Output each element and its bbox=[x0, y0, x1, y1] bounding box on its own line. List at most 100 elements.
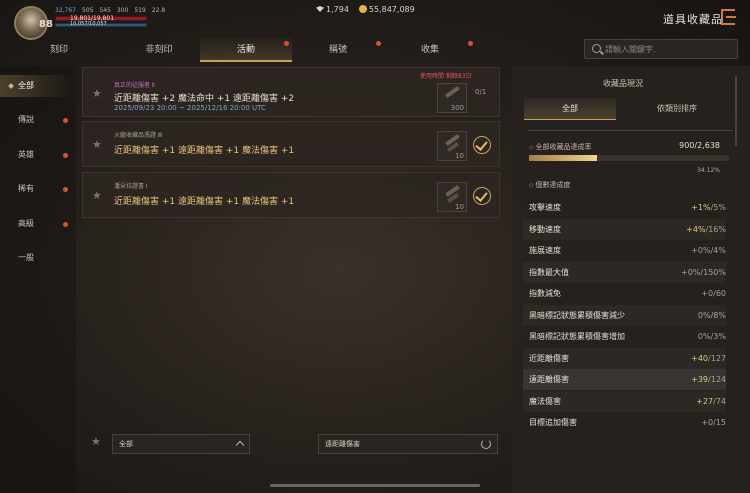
stat-row: 移動速度 +4%/16% bbox=[523, 219, 726, 240]
tab-event[interactable]: 活動 bbox=[200, 38, 292, 62]
tab-label: 依類別排序 bbox=[657, 104, 697, 113]
category-sidebar: 全部 傳說 英雄 稀有 高級 一般 bbox=[0, 66, 76, 493]
stat-row: 目標追加傷害 +0/15 bbox=[523, 412, 726, 433]
card-subtitle: 火龍收藏品憑證 Ⅲ bbox=[114, 132, 163, 139]
stat-6: 22.8 bbox=[151, 7, 166, 14]
stat-current: +39 bbox=[691, 375, 709, 384]
stat-max: /60 bbox=[713, 289, 726, 298]
stat-max: /5% bbox=[710, 203, 726, 212]
check-icon bbox=[473, 187, 491, 205]
stat-name: 目標追加傷害 bbox=[529, 418, 577, 427]
top-header: 88 32,767 505 545 300 519 22.8 19,801/19… bbox=[0, 0, 750, 62]
page-title: 道具收藏品 bbox=[663, 13, 723, 26]
category-filter-select[interactable]: 全部 bbox=[112, 434, 250, 454]
stat-current: +0 bbox=[701, 289, 714, 298]
diamond-icon bbox=[316, 6, 324, 12]
item-thumbnail[interactable]: 10 bbox=[437, 131, 467, 161]
stat-row: 指數最大值 +0%/150% bbox=[523, 262, 726, 283]
tab-all[interactable]: 全部 bbox=[524, 98, 616, 120]
rate-progress-fill bbox=[529, 155, 598, 161]
tab-non-engraved[interactable]: 非刻印 bbox=[118, 38, 200, 62]
sidebar-item-normal[interactable]: 一般 bbox=[0, 247, 76, 269]
sidebar-item-legendary[interactable]: 傳說 bbox=[0, 109, 76, 131]
tab-collect[interactable]: 收集 bbox=[384, 38, 476, 62]
stat-name: 攻擊速度 bbox=[529, 203, 561, 212]
sidebar-item-label: 英雄 bbox=[18, 150, 34, 159]
item-thumbnail[interactable]: 10 bbox=[437, 182, 467, 212]
stat-max: /4% bbox=[710, 246, 726, 255]
stat-row: 魔法傷害 +27/74 bbox=[523, 391, 726, 412]
chevron-up-icon bbox=[235, 440, 245, 450]
tab-label: 刻印 bbox=[49, 45, 68, 55]
stat-max: /74 bbox=[713, 396, 726, 406]
select-value: 全部 bbox=[119, 440, 133, 448]
sidebar-item-label: 高級 bbox=[18, 219, 34, 228]
stat-current: 0% bbox=[697, 332, 711, 341]
sidebar-item-label: 稀有 bbox=[18, 184, 34, 193]
time-limit-badge: 使用時間 剩餘83日 bbox=[420, 73, 472, 80]
favorite-filter-star-icon[interactable]: ★ bbox=[91, 435, 101, 448]
notification-dot bbox=[63, 187, 68, 192]
tab-label: 稱號 bbox=[328, 45, 347, 55]
stat-row: 黑暗標記狀態累積傷害減少 0%/8% bbox=[523, 305, 726, 326]
tab-engraved[interactable]: 刻印 bbox=[0, 38, 118, 62]
stat-3: 545 bbox=[99, 7, 111, 14]
sidebar-item-rare[interactable]: 稀有 bbox=[0, 178, 76, 200]
search-input[interactable] bbox=[605, 42, 733, 57]
stat-current: +4% bbox=[686, 224, 706, 234]
player-level: 88 bbox=[39, 19, 53, 30]
star-icon[interactable]: ★ bbox=[92, 189, 102, 202]
diamond-currency: 1,794 bbox=[316, 5, 349, 14]
collection-card[interactable]: ★ 真正的征服者 Ⅱ 近距離傷害 +2 魔法命中 +1 遠距離傷害 +2 202… bbox=[82, 67, 500, 117]
star-icon[interactable]: ★ bbox=[92, 87, 102, 100]
sidebar-item-all[interactable]: 全部 bbox=[0, 75, 76, 97]
sidebar-item-advanced[interactable]: 高級 bbox=[0, 213, 76, 235]
stat-value: +0%/150% bbox=[681, 262, 726, 283]
stat-current: +0 bbox=[701, 418, 714, 427]
stat-value: 0%/8% bbox=[698, 305, 726, 326]
card-progress: 0/1 bbox=[475, 88, 487, 96]
panel-title: 收藏品現況 bbox=[603, 79, 643, 88]
item-count: 10 bbox=[455, 203, 464, 211]
collection-card[interactable]: ★ 火龍收藏品憑證 Ⅲ 近距離傷害 +1 遠距離傷害 +1 魔法傷害 +1 10 bbox=[82, 121, 500, 167]
gold-amount: 55,847,089 bbox=[368, 5, 415, 14]
sidebar-item-hero[interactable]: 英雄 bbox=[0, 144, 76, 166]
star-icon[interactable]: ★ bbox=[92, 138, 102, 151]
refresh-icon[interactable] bbox=[481, 439, 491, 449]
item-thumbnail[interactable]: 300 bbox=[437, 83, 467, 113]
stat-max: /8% bbox=[710, 310, 726, 320]
stat-value: +0%/4% bbox=[691, 240, 726, 261]
stat-name: 指數最大值 bbox=[529, 267, 569, 277]
stat-current: +40 bbox=[691, 353, 709, 363]
card-subtitle: 真正的征服者 Ⅱ bbox=[114, 82, 155, 89]
stat-name: 指數減免 bbox=[529, 289, 561, 298]
stat-2: 505 bbox=[82, 7, 94, 14]
stat-current: +1% bbox=[691, 203, 711, 212]
stat-value: 0%/3% bbox=[698, 326, 726, 347]
stat-filter-select[interactable]: 遠距離傷害 bbox=[318, 434, 498, 454]
stat-4: 300 bbox=[116, 7, 129, 14]
stat-value: +39/124 bbox=[691, 369, 726, 390]
search-icon[interactable] bbox=[592, 44, 601, 53]
tab-by-category[interactable]: 依類別排序 bbox=[632, 98, 722, 120]
stat-5: 519 bbox=[134, 7, 146, 14]
stat-row: 指數減免 +0/60 bbox=[523, 283, 726, 304]
scrollbar[interactable] bbox=[735, 76, 737, 146]
stat-name: 黑暗標記狀態累積傷害減少 bbox=[529, 310, 625, 320]
gold-coin-icon bbox=[358, 5, 367, 13]
stat-max: /15 bbox=[713, 418, 726, 427]
stat-row: 施展速度 +0%/4% bbox=[523, 240, 726, 261]
diamond-amount: 1,794 bbox=[326, 5, 349, 14]
collection-card[interactable]: ★ 潘朵拉證書 Ⅰ 近距離傷害 +1 遠距離傷害 +1 魔法傷害 +1 10 bbox=[82, 172, 500, 218]
card-subtitle: 潘朵拉證書 Ⅰ bbox=[114, 183, 148, 190]
exit-icon[interactable] bbox=[721, 9, 736, 25]
notification-dot bbox=[63, 118, 68, 123]
currency-bar: 1,794 55,847,089 bbox=[316, 5, 415, 14]
tab-title[interactable]: 稱號 bbox=[292, 38, 384, 62]
stat-value: +0/60 bbox=[701, 283, 726, 304]
tab-label: 非刻印 bbox=[145, 45, 173, 55]
card-effects: 近距離傷害 +2 魔法命中 +1 遠距離傷害 +2 bbox=[114, 94, 295, 104]
mp-text: 10,057/10,057 bbox=[70, 21, 107, 27]
stat-value: +1%/5% bbox=[691, 197, 726, 218]
tab-label: 收集 bbox=[420, 45, 439, 55]
